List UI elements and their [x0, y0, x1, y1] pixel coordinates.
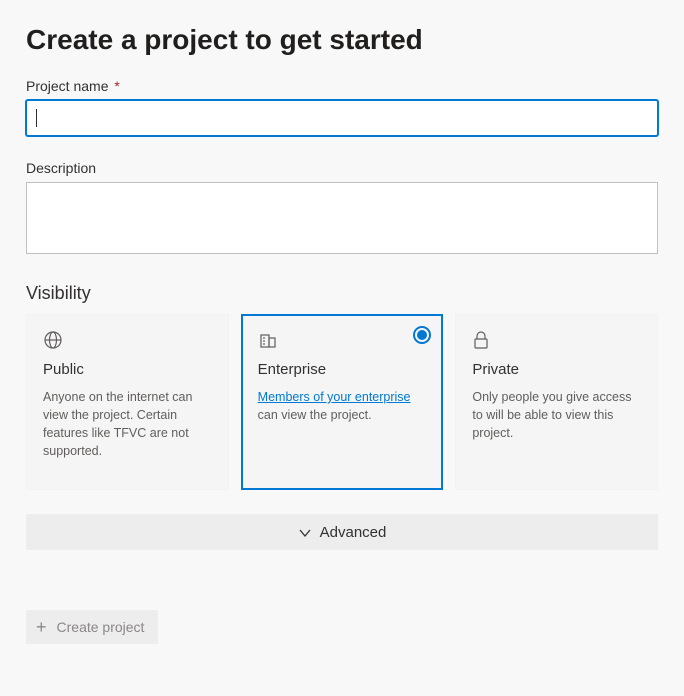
project-name-input-wrapper [26, 100, 658, 136]
visibility-section: Visibility Public Anyone on the internet… [26, 283, 658, 490]
description-field-group: Description [26, 160, 658, 259]
visibility-card-enterprise-title: Enterprise [258, 361, 427, 378]
advanced-toggle[interactable]: Advanced [26, 514, 658, 550]
description-input[interactable] [26, 182, 658, 254]
visibility-card-enterprise-desc: Members of your enterprise can view the … [258, 388, 427, 424]
visibility-card-public-title: Public [43, 361, 212, 378]
required-asterisk: * [114, 78, 119, 94]
globe-icon [43, 329, 212, 351]
visibility-card-private-desc: Only people you give access to will be a… [472, 388, 641, 442]
create-project-button[interactable]: + Create project [26, 610, 158, 644]
project-name-input[interactable] [26, 100, 658, 136]
enterprise-members-link[interactable]: Members of your enterprise [258, 390, 411, 404]
visibility-options-row: Public Anyone on the internet can view t… [26, 314, 658, 490]
text-cursor [36, 109, 37, 127]
description-label: Description [26, 160, 658, 176]
visibility-card-private[interactable]: Private Only people you give access to w… [455, 314, 658, 490]
visibility-label: Visibility [26, 283, 658, 304]
visibility-card-private-title: Private [472, 361, 641, 378]
create-project-button-label: Create project [57, 619, 145, 635]
visibility-card-public-desc: Anyone on the internet can view the proj… [43, 388, 212, 461]
advanced-label: Advanced [320, 524, 387, 541]
plus-icon: + [36, 618, 47, 636]
lock-icon [472, 329, 641, 351]
enterprise-desc-suffix: can view the project. [258, 408, 372, 422]
project-name-field-group: Project name * [26, 78, 658, 136]
visibility-card-public[interactable]: Public Anyone on the internet can view t… [26, 314, 229, 490]
project-name-label-text: Project name [26, 78, 108, 94]
page-title: Create a project to get started [26, 24, 658, 56]
radio-selected-icon [413, 326, 431, 344]
project-name-label: Project name * [26, 78, 658, 94]
chevron-down-icon [298, 526, 310, 538]
building-icon [258, 329, 427, 351]
visibility-card-enterprise[interactable]: Enterprise Members of your enterprise ca… [241, 314, 444, 490]
